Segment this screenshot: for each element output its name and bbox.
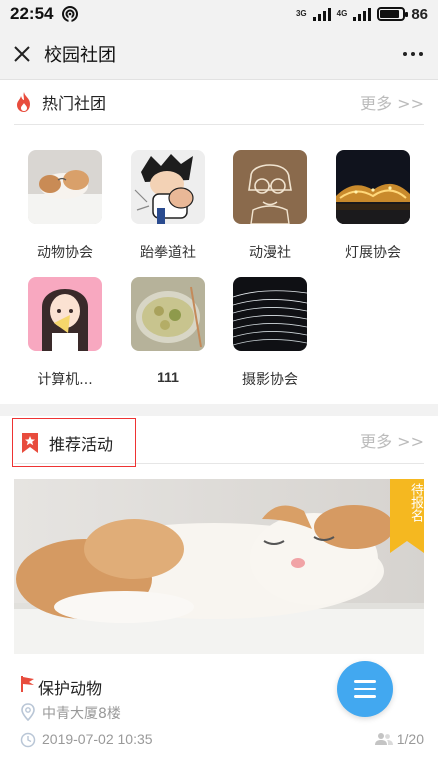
club-image-light-streaks — [233, 277, 307, 351]
club-item[interactable]: 摄影协会 — [230, 277, 310, 389]
club-image-cat — [28, 150, 102, 224]
status-bar: 22:54 3G 4G 86 — [0, 0, 438, 28]
signal-bars-icon — [353, 7, 372, 21]
club-image-cartoon-boy — [131, 150, 205, 224]
status-time: 22:54 — [10, 4, 54, 23]
menu-icon — [354, 680, 376, 683]
activity-participants: 1/20 — [374, 731, 424, 747]
activity-banner[interactable]: 待报名 — [14, 479, 424, 654]
club-name: 跆拳道社 — [140, 245, 196, 261]
hotspot-icon — [62, 6, 79, 23]
flame-icon — [17, 92, 30, 112]
network-type-4g: 4G — [336, 9, 348, 18]
recommended-title-highlight: 推荐活动 — [12, 418, 136, 467]
hot-clubs-section: 热门社团 更多 >> 动物协会 跆拳道社 动漫社 灯展协会 计算机... 111… — [0, 80, 438, 404]
club-item[interactable]: 跆拳道社 — [128, 150, 208, 262]
close-icon — [14, 45, 30, 62]
club-name: 动漫社 — [249, 245, 291, 261]
club-name: 计算机... — [37, 372, 93, 388]
status-badge-text: 待报名 — [408, 483, 423, 522]
more-menu-button[interactable] — [388, 28, 438, 80]
club-item[interactable]: 111 — [128, 277, 208, 385]
club-name: 111 — [157, 369, 179, 385]
activity-image-cat — [14, 479, 424, 654]
recommended-section: 推荐活动 更多 >> 待报名 保护动物 中青大厦8楼 2019-07-02 10… — [0, 416, 438, 779]
location-pin-icon — [21, 703, 35, 721]
recommended-more-link[interactable]: 更多 >> — [360, 428, 424, 452]
title-bar: 校园社团 — [0, 28, 438, 80]
close-button[interactable] — [0, 28, 44, 80]
section-title: 推荐活动 — [49, 434, 114, 454]
activity-location: 中青大厦8楼 — [42, 706, 121, 722]
bookmark-star-icon — [22, 432, 38, 453]
recommended-header: 推荐活动 更多 >> — [12, 416, 424, 467]
battery-percent: 86 — [411, 5, 428, 23]
club-item[interactable]: 灯展协会 — [333, 150, 413, 262]
network-type-3g: 3G — [295, 9, 307, 18]
signal-bars-icon — [312, 7, 331, 21]
activity-time: 2019-07-02 10:35 — [42, 731, 153, 747]
club-name: 动物协会 — [37, 245, 93, 261]
club-name: 灯展协会 — [345, 245, 401, 261]
hot-clubs-more-link[interactable]: 更多 >> — [360, 90, 424, 114]
club-image-night-lights — [336, 150, 410, 224]
activity-title[interactable]: 保护动物 — [38, 675, 102, 699]
battery-icon — [377, 7, 409, 21]
club-item[interactable]: 计算机... — [25, 277, 105, 389]
club-image-sketch — [233, 150, 307, 224]
hot-clubs-header: 热门社团 更多 >> — [14, 80, 424, 125]
page-title: 校园社团 — [44, 44, 116, 66]
participants-count: 1/20 — [396, 731, 424, 747]
floating-menu-button[interactable] — [337, 661, 393, 717]
flag-icon — [21, 676, 34, 692]
club-item[interactable]: 动物协会 — [25, 150, 105, 262]
club-image-anime-girl — [28, 277, 102, 351]
clock-icon — [20, 732, 36, 748]
club-name: 摄影协会 — [242, 372, 298, 388]
club-item[interactable]: 动漫社 — [230, 150, 310, 262]
people-icon — [374, 733, 393, 745]
club-image-food-bowl — [131, 277, 205, 351]
section-title: 热门社团 — [42, 94, 107, 113]
